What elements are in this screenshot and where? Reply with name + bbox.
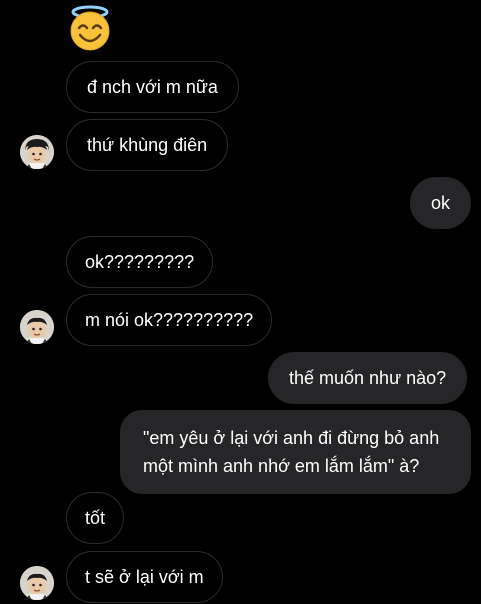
contact-avatar[interactable]: [20, 566, 54, 600]
outgoing-message[interactable]: ok: [410, 177, 472, 229]
outgoing-message[interactable]: thế muốn như nào?: [268, 352, 468, 404]
outgoing-message[interactable]: "em yêu ở lại với anh đi đừng bỏ anh một…: [120, 410, 471, 494]
contact-avatar[interactable]: [20, 310, 54, 344]
incoming-message[interactable]: đ nch với m nữa: [66, 61, 239, 113]
smiling-face-with-halo-icon: [66, 4, 114, 52]
incoming-message[interactable]: t sẽ ở lại với m: [66, 551, 223, 603]
incoming-message[interactable]: ok?????????: [66, 236, 214, 288]
incoming-message[interactable]: thứ khùng điên: [66, 119, 229, 171]
incoming-message[interactable]: m nói ok??????????: [66, 294, 273, 346]
contact-avatar[interactable]: [20, 135, 54, 169]
chat-thread[interactable]: đ nch với m nữa thứ khùng điên ok ok????…: [0, 0, 481, 604]
incoming-message[interactable]: tốt: [66, 492, 125, 544]
